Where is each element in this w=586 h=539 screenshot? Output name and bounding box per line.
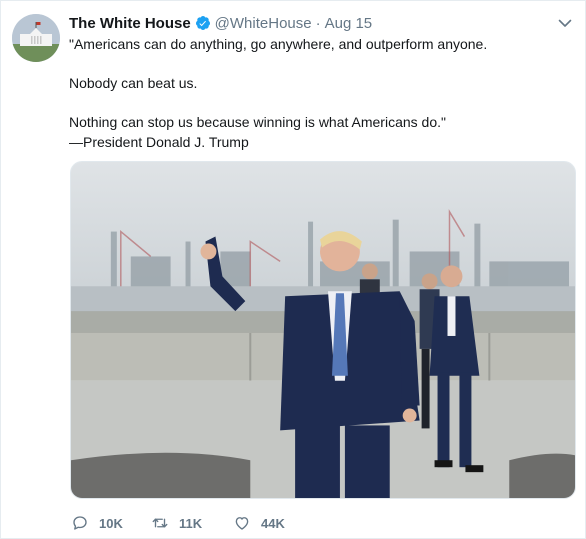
photo-image: [71, 162, 575, 498]
tweet-photo[interactable]: [70, 161, 576, 499]
chevron-down-icon[interactable]: [557, 15, 573, 31]
meta-separator: ·: [315, 14, 321, 32]
retweet-icon: [152, 518, 168, 528]
reply-count: 10K: [99, 515, 123, 531]
tweet-line: "Americans can do anything, go anywhere,…: [69, 36, 488, 52]
heart-icon: [235, 517, 249, 530]
verified-badge-icon: [195, 16, 210, 30]
tweet-header: The White House @WhiteHouse · Aug 15: [69, 13, 372, 33]
tweet-line: Nobody can beat us.: [69, 75, 198, 91]
like-count: 44K: [261, 515, 285, 531]
tweet-date[interactable]: Aug 15: [325, 15, 373, 32]
retweet-button[interactable]: 11K: [151, 514, 233, 532]
like-button[interactable]: 44K: [233, 514, 313, 532]
white-house-avatar-image: [12, 14, 60, 62]
display-name[interactable]: The White House: [69, 15, 191, 32]
tweet-line: Nothing can stop us because winning is w…: [69, 114, 446, 130]
tweet-text: "Americans can do anything, go anywhere,…: [69, 34, 569, 152]
reply-button[interactable]: 10K: [71, 514, 151, 532]
reply-icon: [73, 516, 87, 530]
tweet-card[interactable]: The White House @WhiteHouse · Aug 15 "Am…: [0, 0, 586, 539]
tweet-line: —President Donald J. Trump: [69, 134, 249, 150]
retweet-count: 11K: [179, 515, 203, 531]
tweet-actions: 10K 11K 44K: [71, 512, 313, 534]
avatar[interactable]: [12, 14, 60, 62]
author-handle[interactable]: @WhiteHouse: [215, 15, 312, 32]
